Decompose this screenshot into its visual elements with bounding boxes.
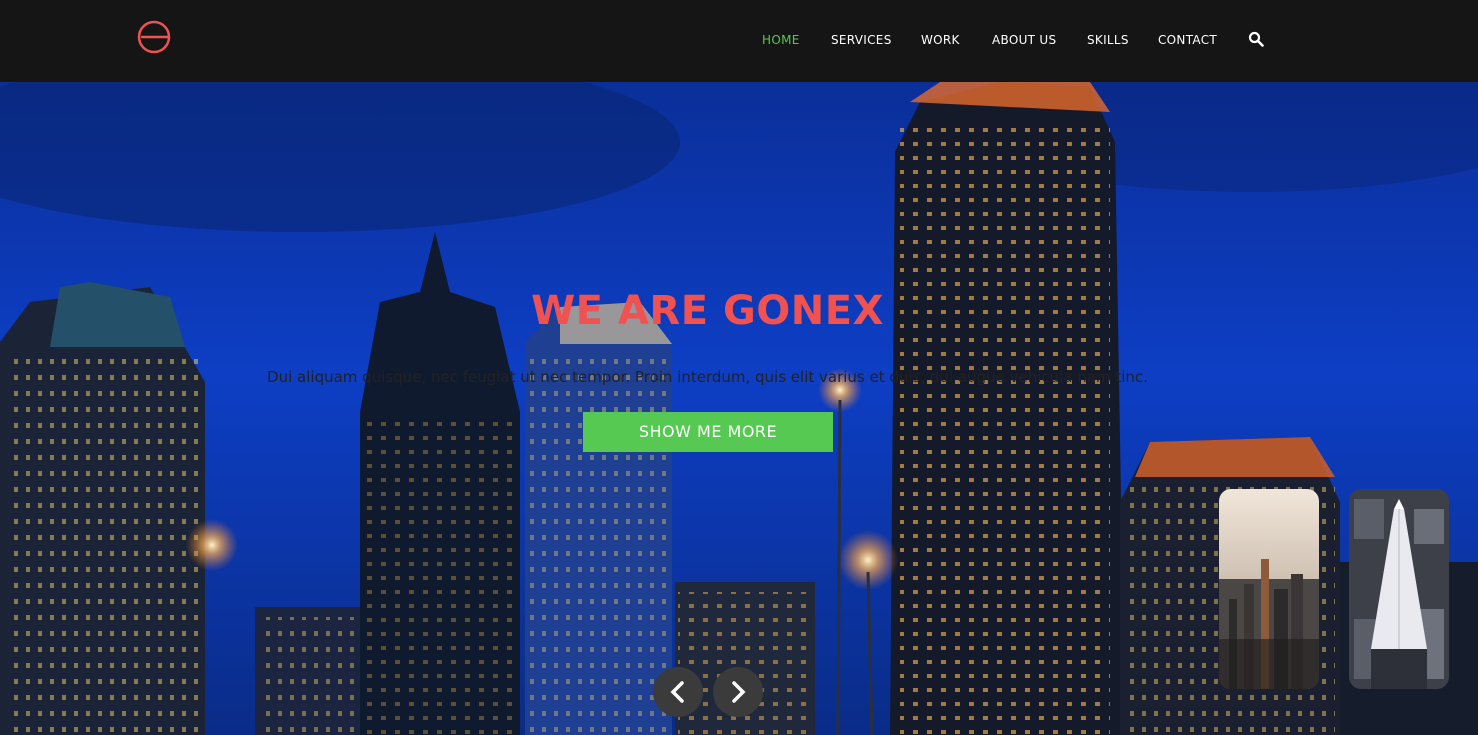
hero-subtext: Dui aliquam quisque, nec feugiat ut nec … xyxy=(267,368,1148,386)
search-icon[interactable] xyxy=(1248,31,1264,47)
slider-prev-button[interactable] xyxy=(653,667,703,717)
nav-skills[interactable]: SKILLS xyxy=(1087,31,1129,49)
chevron-right-icon xyxy=(732,681,746,703)
hero-headline: WE ARE GONEX xyxy=(531,288,884,334)
nav-work[interactable]: WORK xyxy=(921,31,960,49)
thumbnail-city-skyline[interactable] xyxy=(1219,489,1319,689)
thumbnail-transamerica-tower[interactable] xyxy=(1349,489,1449,689)
transamerica-tower-thumbnail xyxy=(1349,489,1449,689)
nav-services[interactable]: SERVICES xyxy=(831,31,892,49)
slider-next-button[interactable] xyxy=(713,667,763,717)
hero-slider xyxy=(0,82,1478,735)
top-navbar: HOME SERVICES WORK ABOUT US SKILLS CONTA… xyxy=(0,0,1478,82)
gonex-logo-icon[interactable] xyxy=(137,20,171,54)
chevron-left-icon xyxy=(670,681,684,703)
show-me-more-button[interactable]: SHOW ME MORE xyxy=(583,412,833,452)
nav-home[interactable]: HOME xyxy=(762,31,800,49)
nav-contact[interactable]: CONTACT xyxy=(1158,31,1217,49)
nav-about-us[interactable]: ABOUT US xyxy=(992,31,1056,49)
city-skyline-thumbnail xyxy=(1219,489,1319,689)
